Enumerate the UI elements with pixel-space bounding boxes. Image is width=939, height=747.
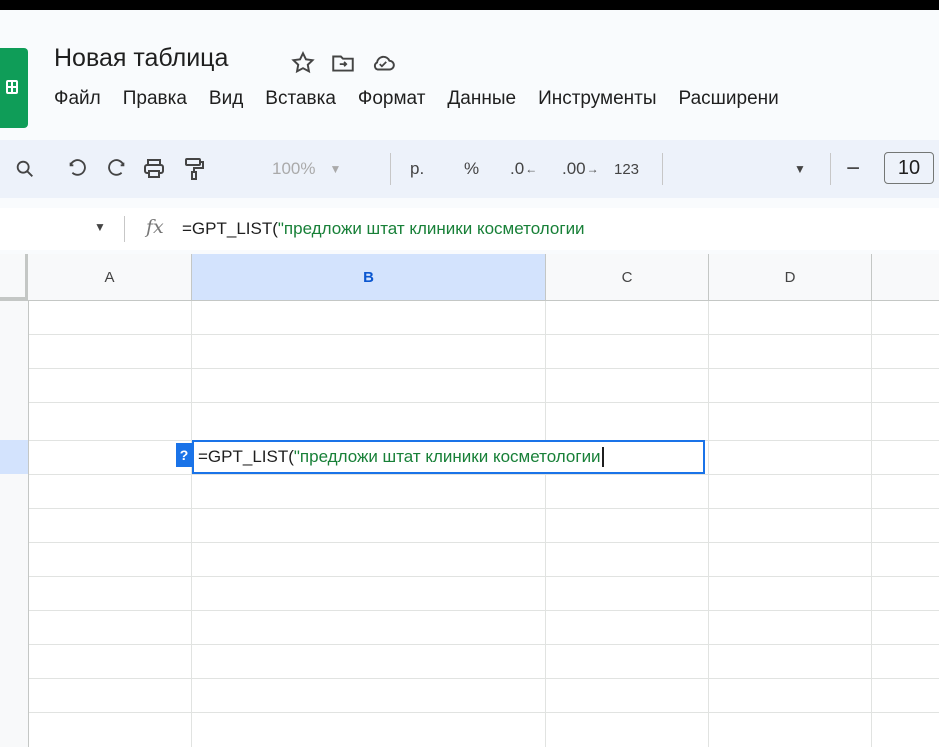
arrow-left-icon: ←	[525, 162, 538, 176]
column-header-a[interactable]: A	[28, 254, 192, 300]
column-header-b[interactable]: B	[192, 254, 546, 300]
spreadsheet-grid[interactable]: A B C D ? =GPT_LIST("предложи штат клини…	[0, 254, 939, 747]
column-line	[871, 300, 872, 747]
number-format-button[interactable]: 123	[614, 140, 639, 198]
formula-bar: ▼ fx =GPT_LIST("предложи штат клиники ко…	[0, 208, 939, 250]
decrease-decimal-label: .0	[510, 159, 525, 178]
menu-edit[interactable]: Правка	[123, 88, 187, 110]
menu-view[interactable]: Вид	[209, 88, 243, 110]
increase-decimal-label: .00	[562, 159, 586, 178]
toolbar-divider	[830, 153, 831, 185]
redo-icon[interactable]	[106, 140, 128, 198]
row-line	[0, 334, 939, 335]
move-folder-icon[interactable]	[330, 50, 356, 76]
row-line	[0, 712, 939, 713]
row-line	[0, 678, 939, 679]
column-line	[191, 300, 192, 747]
formula-string: "предложи штат клиники косметологии	[277, 219, 585, 238]
column-line	[545, 300, 546, 747]
decrease-decimal-button[interactable]: .0 ←	[510, 140, 537, 198]
formula-function: =GPT_LIST(	[182, 219, 278, 238]
cloud-status-icon[interactable]	[370, 50, 396, 76]
row-line	[0, 402, 939, 403]
row-line	[0, 474, 939, 475]
formula-help-badge[interactable]: ?	[176, 443, 192, 467]
row-line	[0, 576, 939, 577]
toolbar-divider	[662, 153, 663, 185]
font-family-chevron-icon[interactable]: ▼	[794, 140, 806, 198]
column-header-d[interactable]: D	[709, 254, 872, 300]
font-size-decrease-button[interactable]: −	[846, 140, 860, 198]
zoom-value: 100%	[272, 159, 316, 178]
row-line	[0, 644, 939, 645]
undo-icon[interactable]	[66, 140, 88, 198]
column-line	[708, 300, 709, 747]
row-headers[interactable]	[0, 254, 29, 747]
sheets-logo-icon[interactable]	[0, 48, 28, 128]
row-line	[0, 368, 939, 369]
search-icon[interactable]	[14, 140, 36, 198]
cell-formula-function: =GPT_LIST(	[198, 447, 294, 466]
menu-bar: Файл Правка Вид Вставка Формат Данные Ин…	[54, 88, 801, 110]
title-actions	[290, 50, 396, 76]
currency-format-button[interactable]: р.	[410, 140, 424, 198]
row-line	[0, 508, 939, 509]
star-icon[interactable]	[290, 50, 316, 76]
paint-format-icon[interactable]	[182, 140, 206, 198]
row-line	[0, 542, 939, 543]
toolbar-divider	[390, 153, 391, 185]
menu-tools[interactable]: Инструменты	[538, 88, 656, 110]
font-size-input[interactable]: 10	[884, 152, 934, 184]
print-icon[interactable]	[142, 140, 166, 198]
row-line	[0, 610, 939, 611]
selected-row-header[interactable]	[0, 440, 28, 474]
toolbar: 100% ▼ р. % .0 ← .00 → 123 ▼ − 10	[0, 140, 939, 198]
chevron-down-icon: ▼	[329, 162, 342, 176]
spreadsheet-app: Новая таблица Файл Правка Вид Вставка Фо…	[0, 10, 939, 747]
formula-input[interactable]: =GPT_LIST("предложи штат клиники космето…	[182, 219, 585, 239]
text-cursor	[601, 447, 604, 467]
column-headers: A B C D	[0, 254, 939, 301]
increase-decimal-button[interactable]: .00 →	[562, 140, 599, 198]
percent-format-button[interactable]: %	[464, 140, 479, 198]
formula-divider	[124, 216, 125, 242]
menu-insert[interactable]: Вставка	[265, 88, 336, 110]
column-header-c[interactable]: C	[546, 254, 709, 300]
zoom-select[interactable]: 100% ▼	[272, 140, 341, 198]
title-bar: Новая таблица Файл Правка Вид Вставка Фо…	[0, 10, 939, 130]
arrow-right-icon: →	[586, 162, 599, 176]
menu-extensions[interactable]: Расширени	[679, 88, 779, 110]
fx-icon: fx	[146, 216, 164, 238]
menu-format[interactable]: Формат	[358, 88, 426, 110]
select-all-corner[interactable]	[0, 254, 28, 300]
active-cell-editor[interactable]: =GPT_LIST("предложи штат клиники космето…	[192, 440, 705, 474]
document-title[interactable]: Новая таблица	[54, 44, 228, 73]
name-box-chevron-icon[interactable]: ▼	[94, 220, 106, 234]
menu-data[interactable]: Данные	[447, 88, 516, 110]
cell-formula-string: "предложи штат клиники косметологии	[293, 447, 601, 466]
menu-file[interactable]: Файл	[54, 88, 101, 110]
